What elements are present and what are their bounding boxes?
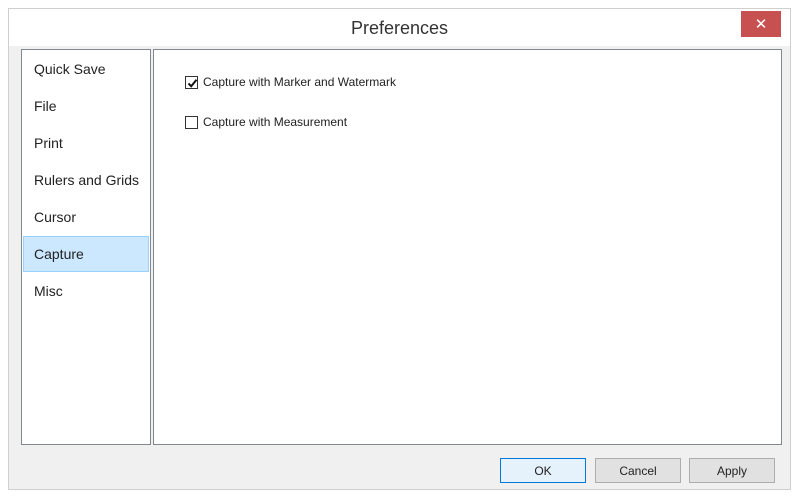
apply-button[interactable]: Apply	[689, 458, 775, 483]
sidebar-item-print[interactable]: Print	[23, 125, 149, 161]
marker-watermark-checkbox[interactable]	[185, 75, 198, 89]
sidebar-item-label: Misc	[34, 283, 63, 299]
close-button[interactable]: ✕	[741, 11, 781, 37]
sidebar-item-label: Cursor	[34, 209, 77, 225]
title-bar[interactable]: Preferences ✕	[9, 9, 790, 46]
cancel-button[interactable]: Cancel	[595, 458, 681, 483]
sidebar-item-label: Capture	[34, 246, 84, 262]
ok-button[interactable]: OK	[500, 458, 586, 483]
sidebar-item-capture[interactable]: Capture	[23, 236, 149, 272]
checkmark-icon	[187, 78, 198, 88]
dialog-body: Quick Save File Print Rulers and Grids C…	[9, 46, 790, 489]
sidebar-item-misc[interactable]: Misc	[23, 273, 149, 309]
close-icon: ✕	[754, 15, 768, 33]
sidebar-item-quick-save[interactable]: Quick Save	[23, 51, 149, 87]
measurement-checkbox[interactable]	[185, 115, 198, 129]
sidebar-item-label: File	[34, 98, 57, 114]
capture-settings-panel: Capture with Marker and Watermark Captur…	[153, 49, 782, 445]
preferences-dialog: Preferences ✕ Quick Save File Print Rule…	[8, 8, 791, 490]
sidebar-item-file[interactable]: File	[23, 88, 149, 124]
sidebar-item-rulers-and-grids[interactable]: Rulers and Grids	[23, 162, 149, 198]
sidebar-item-label: Quick Save	[34, 61, 106, 77]
marker-watermark-option[interactable]: Capture with Marker and Watermark	[185, 75, 396, 89]
sidebar-item-label: Print	[34, 135, 63, 151]
sidebar-item-label: Rulers and Grids	[34, 172, 140, 188]
measurement-option[interactable]: Capture with Measurement	[185, 115, 347, 129]
marker-watermark-label: Capture with Marker and Watermark	[203, 75, 396, 89]
sidebar-item-cursor[interactable]: Cursor	[23, 199, 149, 235]
measurement-label: Capture with Measurement	[203, 115, 348, 129]
dialog-title: Preferences	[350, 18, 449, 38]
category-list: Quick Save File Print Rulers and Grids C…	[21, 49, 151, 445]
